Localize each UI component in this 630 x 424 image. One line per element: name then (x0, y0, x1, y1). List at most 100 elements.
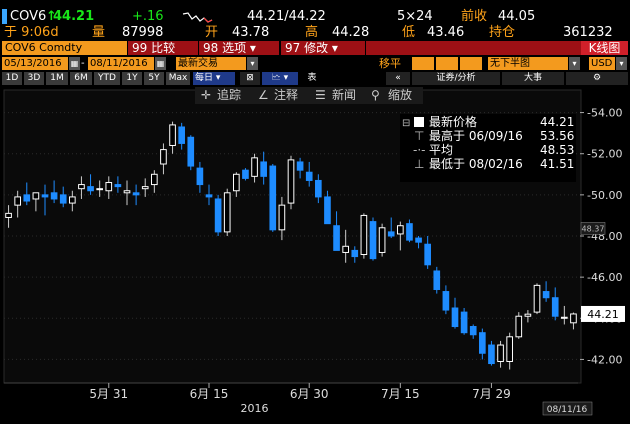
last-price: 44.21 (53, 9, 95, 24)
news-button[interactable]: 新闻 (332, 87, 356, 104)
news-events-button[interactable]: 大事 (502, 72, 564, 85)
chart-overlay-menu: ✛ 追踪 ∠ 注释 ☰ 新闻 ⚲ 缩放 (195, 87, 423, 104)
candle-body (251, 157, 258, 177)
candle-body (5, 212, 12, 218)
shift-field-3[interactable] (460, 57, 482, 70)
range-6m[interactable]: 6M (70, 72, 92, 85)
shift-field-2[interactable] (436, 57, 458, 70)
compare-toggle-icon[interactable]: ⊠ (240, 72, 260, 85)
range-3d[interactable]: 3D (24, 72, 44, 85)
volume-label: 量 (92, 25, 106, 40)
pencil-icon[interactable]: ∠ (258, 87, 269, 104)
candle-body (333, 225, 340, 251)
candle-body (196, 167, 204, 186)
candle-body (23, 194, 31, 202)
range-1d[interactable]: 1D (2, 72, 22, 85)
candle-body (351, 249, 359, 258)
average-tag-label: 48.37 (582, 224, 605, 233)
start-date-field[interactable]: 05/13/2016 (2, 57, 68, 70)
year-label: 2016 (241, 402, 269, 415)
range-1m[interactable]: 1M (46, 72, 68, 85)
command-bar-filler (366, 41, 581, 55)
legend-high-label: 最高于 06/09/16 (429, 129, 523, 143)
candle-body (451, 307, 459, 328)
annotate-button[interactable]: 注释 (274, 87, 298, 104)
zoom-button[interactable]: 缩放 (388, 87, 412, 104)
events-button[interactable]: 证券/分析 (412, 72, 500, 85)
ticker-label: COV6 (10, 9, 47, 24)
candle-body (233, 173, 240, 192)
candle-body (406, 223, 413, 241)
legend-avg-value: 48.53 (540, 143, 575, 157)
y-tick-label: -54.00 (587, 107, 622, 120)
candle-body (460, 311, 468, 334)
chart-type-button[interactable]: K线图 (581, 41, 628, 55)
quote-row-1: COV6 ↑ 44.21 +.16 44.21/44.22 5×24 前收 44… (0, 9, 630, 24)
end-calendar-icon[interactable]: ▦ (155, 57, 166, 70)
candle-body (305, 171, 313, 181)
low-price: 43.46 (427, 25, 465, 40)
ticker-marker (2, 9, 7, 24)
news-icon[interactable]: ☰ (315, 87, 326, 104)
security-field[interactable]: COV6 Comdty (2, 41, 127, 55)
compare-button[interactable]: 99 比较 (128, 41, 198, 55)
zoom-icon[interactable]: ⚲ (371, 87, 380, 104)
options-button[interactable]: 98 选项 ▾ (199, 41, 279, 55)
currency-dropdown-icon[interactable]: ▾ (616, 57, 627, 70)
x-tick-label: 5月 31 (89, 387, 128, 401)
currency-field[interactable]: USD (589, 57, 615, 70)
open-interest-label: 持仓 (489, 25, 516, 40)
legend-avg-icon: -·- (413, 143, 426, 157)
legend-collapse-icon[interactable]: ⊟ (402, 117, 410, 130)
x-tick-label: 7月 29 (472, 387, 511, 401)
y-tick-label: -42.00 (587, 353, 622, 366)
end-date-field[interactable]: 08/11/2016 (88, 57, 154, 70)
chart-style-selector[interactable]: 🗠 ▾ (262, 72, 298, 85)
track-button[interactable]: 追踪 (217, 87, 241, 104)
prev-close-label: 前收 (461, 9, 488, 24)
candle-body (169, 124, 176, 146)
candle-body (515, 315, 523, 338)
candle-body (214, 198, 222, 233)
range-ytd[interactable]: YTD (94, 72, 120, 85)
candle-body (533, 284, 541, 313)
volume: 87998 (122, 25, 164, 40)
candle-body (87, 186, 94, 192)
periodicity-selector[interactable]: 每日 ▾ (193, 72, 235, 85)
field-dropdown-icon[interactable]: ▾ (247, 57, 258, 70)
candle-body (287, 159, 295, 204)
start-calendar-icon[interactable]: ▦ (69, 57, 80, 70)
candle-body (205, 194, 213, 198)
collapse-icon[interactable]: « (386, 72, 410, 85)
candle-body (479, 332, 486, 354)
lower-panel-selector[interactable]: 无下半图 (488, 57, 568, 70)
y-tick-label: -46.00 (587, 271, 622, 284)
date-range-bar: 05/13/2016 ▦ - 08/11/2016 ▦ 最新交易 ▾ 移平 无下… (0, 57, 630, 71)
candle-body (315, 179, 322, 198)
end-date-tag-label: 08/11/16 (547, 405, 588, 415)
command-bar: COV6 Comdty 99 比较 98 选项 ▾ 97 修改 ▾ K线图 (0, 40, 630, 56)
candle-body (551, 297, 559, 317)
candle-body (488, 344, 495, 365)
sparkline-icon (182, 12, 213, 23)
candle-body (59, 194, 67, 204)
edit-button[interactable]: 97 修改 ▾ (281, 41, 365, 55)
crosshair-icon[interactable]: ✛ (201, 87, 211, 104)
legend-last-value: 44.21 (540, 115, 575, 129)
lower-panel-dropdown-icon[interactable]: ▾ (569, 57, 580, 70)
range-1y[interactable]: 1Y (122, 72, 142, 85)
candle-body (69, 196, 76, 204)
range-5y[interactable]: 5Y (144, 72, 164, 85)
shift-field-1[interactable] (412, 57, 434, 70)
field-selector[interactable]: 最新交易 (176, 57, 246, 70)
table-button[interactable]: 表 (304, 72, 320, 85)
candle-body (178, 126, 185, 144)
range-max[interactable]: Max (166, 72, 190, 85)
y-tick-label: -52.00 (587, 148, 622, 161)
candle-body (296, 161, 304, 171)
legend-swatch (414, 117, 424, 127)
date-dash: - (81, 58, 85, 69)
high-label: 高 (305, 25, 319, 40)
candle-body (561, 316, 568, 319)
settings-icon[interactable]: ⚙ (566, 72, 628, 85)
